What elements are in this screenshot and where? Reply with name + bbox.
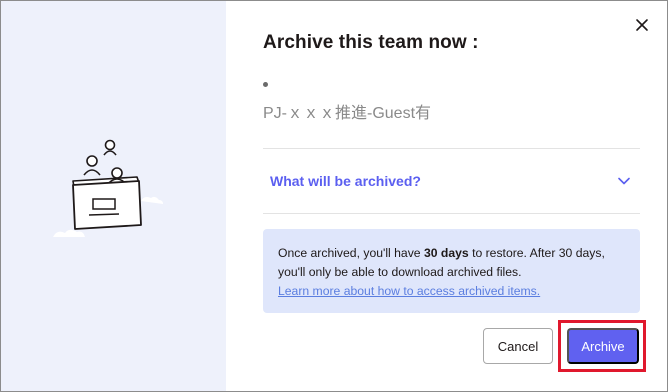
box-label [92,198,116,210]
archive-button[interactable]: Archive [567,328,639,364]
person-head-top [104,139,116,151]
person-head-left [86,155,98,167]
cloud-left [53,229,85,237]
chevron-down-icon [618,177,630,185]
cancel-button[interactable]: Cancel [483,328,553,364]
learn-more-link[interactable]: Learn more about how to access archived … [278,284,540,298]
bullet-dot [263,82,268,87]
info-days: 30 days [423,246,469,260]
info-text-before: Once archived, you'll have [278,246,424,260]
person-body-left [83,169,101,176]
person-head-right [111,167,123,179]
person-body-top [103,150,117,156]
dialog-title: Archive this team now : [263,32,479,53]
accordion-label: What will be archived? [270,173,421,189]
team-box-illustration [53,139,163,237]
team-name: PJ-ｘｘｘ推進-Guest有 [263,105,432,122]
archived-items-accordion[interactable]: What will be archived? [263,149,640,213]
close-icon [636,19,648,31]
cloud-right [141,196,163,204]
archive-info-box: Once archived, you'll have 30 days to re… [263,229,640,313]
divider-bottom [263,213,640,214]
box-label-line [88,213,120,216]
close-button[interactable] [631,14,653,36]
archive-team-dialog: Archive this team now : PJ-ｘｘｘ推進-Guest有 … [0,0,668,392]
illustration-panel [1,1,226,391]
